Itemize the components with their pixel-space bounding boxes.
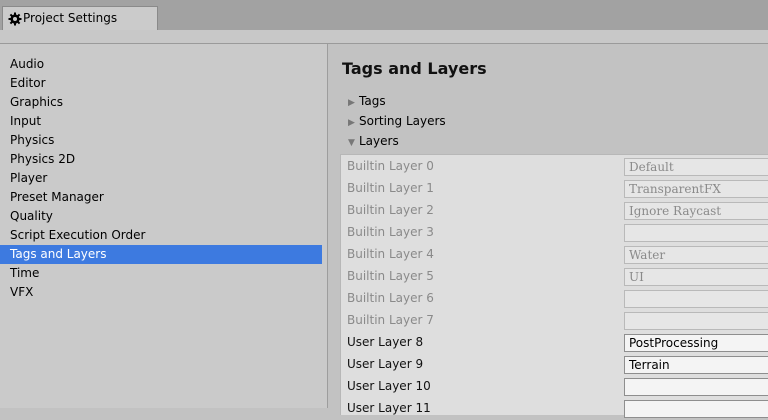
- foldout-sorting-layers[interactable]: ▶ Sorting Layers: [348, 112, 446, 130]
- expanded-arrow-icon: ▼: [348, 138, 355, 148]
- window-titlebar: Project Settings: [0, 0, 768, 30]
- layer-name-field: Ignore Raycast: [624, 202, 768, 220]
- layer-row: Builtin Layer 0 Default: [341, 156, 768, 178]
- sidebar-item-editor[interactable]: Editor: [0, 74, 322, 93]
- foldout-label: Sorting Layers: [359, 114, 446, 128]
- sidebar-item-audio[interactable]: Audio: [0, 55, 322, 74]
- layer-name-field: [624, 290, 768, 308]
- layer-row: Builtin Layer 7: [341, 310, 768, 332]
- layer-row: User Layer 11: [341, 398, 768, 420]
- layer-name-field[interactable]: Terrain: [624, 356, 768, 374]
- layer-label: User Layer 9: [347, 357, 424, 371]
- page-title: Tags and Layers: [342, 59, 487, 78]
- sidebar-item-physics-2d[interactable]: Physics 2D: [0, 150, 322, 169]
- layer-label: Builtin Layer 4: [347, 247, 434, 261]
- sidebar-item-input[interactable]: Input: [0, 112, 322, 131]
- sidebar-item-script-execution-order[interactable]: Script Execution Order: [0, 226, 322, 245]
- layer-label: Builtin Layer 3: [347, 225, 434, 239]
- layer-name-field: Water: [624, 246, 768, 264]
- toolbar-strip: [0, 30, 768, 44]
- layer-name-field: [624, 312, 768, 330]
- layer-name-field: Default: [624, 158, 768, 176]
- layer-name-field: UI: [624, 268, 768, 286]
- layer-name-field: [624, 224, 768, 242]
- layer-row: Builtin Layer 2 Ignore Raycast: [341, 200, 768, 222]
- settings-main-panel: Tags and Layers ▶ Tags ▶ Sorting Layers ▼ L…: [328, 44, 768, 418]
- sidebar-item-time[interactable]: Time: [0, 264, 322, 283]
- layer-row: Builtin Layer 1 TransparentFX: [341, 178, 768, 200]
- foldout-label: Layers: [359, 134, 399, 148]
- settings-sidebar: Audio Editor Graphics Input Physics Phys…: [0, 44, 328, 408]
- layer-row: Builtin Layer 5 UI: [341, 266, 768, 288]
- foldout-layers[interactable]: ▼ Layers: [348, 132, 399, 150]
- layer-label: User Layer 11: [347, 401, 431, 415]
- layer-label: Builtin Layer 6: [347, 291, 434, 305]
- sidebar-item-tags-and-layers[interactable]: Tags and Layers: [0, 245, 322, 264]
- layer-label: Builtin Layer 7: [347, 313, 434, 327]
- layer-name-field[interactable]: [624, 378, 768, 396]
- layer-label: Builtin Layer 2: [347, 203, 434, 217]
- collapsed-arrow-icon: ▶: [348, 118, 355, 128]
- sidebar-item-player[interactable]: Player: [0, 169, 322, 188]
- sidebar-item-graphics[interactable]: Graphics: [0, 93, 322, 112]
- sidebar-item-preset-manager[interactable]: Preset Manager: [0, 188, 322, 207]
- tab-label: Project Settings: [23, 11, 118, 25]
- layer-name-field[interactable]: [624, 400, 768, 418]
- layer-label: Builtin Layer 1: [347, 181, 434, 195]
- layer-label: Builtin Layer 0: [347, 159, 434, 173]
- foldout-label: Tags: [359, 94, 386, 108]
- foldout-tags[interactable]: ▶ Tags: [348, 92, 386, 110]
- layer-label: Builtin Layer 5: [347, 269, 434, 283]
- layer-row: Builtin Layer 6: [341, 288, 768, 310]
- layer-row: User Layer 9 Terrain: [341, 354, 768, 376]
- layer-label: User Layer 8: [347, 335, 424, 349]
- layer-row: User Layer 10: [341, 376, 768, 398]
- sidebar-item-quality[interactable]: Quality: [0, 207, 322, 226]
- layer-row: Builtin Layer 4 Water: [341, 244, 768, 266]
- collapsed-arrow-icon: ▶: [348, 98, 355, 108]
- layer-name-field[interactable]: PostProcessing: [624, 334, 768, 352]
- layer-name-field: TransparentFX: [624, 180, 768, 198]
- tab-project-settings[interactable]: Project Settings: [2, 6, 158, 30]
- layer-row: Builtin Layer 3: [341, 222, 768, 244]
- layer-label: User Layer 10: [347, 379, 431, 393]
- gear-icon: [8, 12, 22, 26]
- sidebar-item-vfx[interactable]: VFX: [0, 283, 322, 302]
- sidebar-item-physics[interactable]: Physics: [0, 131, 322, 150]
- layer-row: User Layer 8 PostProcessing: [341, 332, 768, 354]
- layers-list: Builtin Layer 0 Default Builtin Layer 1 …: [340, 154, 768, 418]
